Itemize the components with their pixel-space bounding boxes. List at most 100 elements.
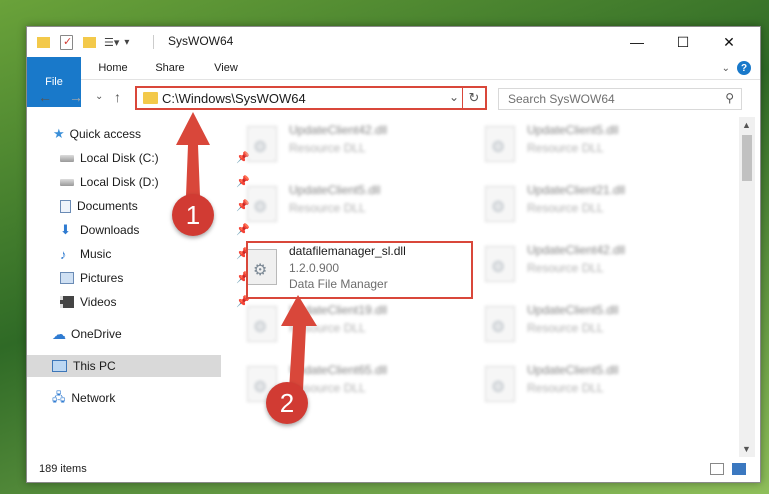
list-item[interactable]: ⚙ UpdateClient5.dll Resource DLL (483, 121, 713, 171)
nav-documents[interactable]: Documents 📌 (27, 195, 254, 217)
file-name: UpdateClient5.dll (527, 123, 619, 137)
list-item[interactable]: ⚙ UpdateClient42.dll Resource DLL (245, 121, 475, 171)
customize-icon[interactable]: ☰▾ (104, 36, 119, 49)
item-count: 189 items (39, 463, 87, 475)
help-icon[interactable]: ? (737, 61, 751, 75)
step-1-badge: 1 (172, 194, 214, 236)
up-button[interactable]: ↑ (114, 89, 121, 105)
tab-view[interactable]: View (203, 57, 249, 79)
dll-file-icon: ⚙ (485, 126, 515, 162)
nav-pictures[interactable]: Pictures 📌 (27, 267, 254, 289)
file-description: Resource DLL (527, 321, 604, 335)
nav-label: Network (71, 391, 116, 405)
nav-local-disk-c[interactable]: Local Disk (C:) 📌 (27, 147, 254, 169)
step-2-badge: 2 (266, 382, 308, 424)
nav-label: Quick access (69, 127, 142, 141)
navigation-bar: ← → ⌄ ↑ C:\Windows\SysWOW64 ⌄ ↻ Search S… (27, 80, 760, 116)
quick-access-toolbar: ✓ ☰▾ ▾ (37, 33, 129, 51)
dll-file-icon: ⚙ (485, 246, 515, 282)
dll-file-icon: ⚙ (247, 126, 277, 162)
scroll-down-icon[interactable]: ▼ (742, 444, 751, 454)
computer-icon (52, 360, 67, 372)
file-highlight-box (246, 241, 473, 299)
list-item[interactable]: ⚙ UpdateClient5.dll Resource DLL (483, 361, 713, 411)
properties-icon[interactable]: ✓ (60, 34, 73, 50)
folder-icon (143, 92, 158, 104)
address-bar[interactable]: C:\Windows\SysWOW64 ⌄ ↻ (135, 86, 487, 110)
nav-downloads[interactable]: ⬇ Downloads 📌 (27, 219, 254, 241)
dll-file-icon: ⚙ (247, 186, 277, 222)
file-name: UpdateClient19.dll (289, 303, 388, 317)
tab-share[interactable]: Share (147, 57, 193, 79)
nav-label: This PC (73, 359, 116, 373)
file-name: UpdateClient65.dll (289, 363, 388, 377)
nav-onedrive[interactable]: ☁ OneDrive (27, 323, 246, 345)
minimize-button[interactable]: — (614, 27, 660, 57)
dropdown-icon[interactable]: ▾ (124, 37, 129, 48)
scrollbar-thumb[interactable] (742, 135, 752, 181)
dll-file-icon: ⚙ (247, 306, 277, 342)
file-description: Resource DLL (289, 141, 366, 155)
file-name: UpdateClient5.dll (527, 303, 619, 317)
file-name: UpdateClient5.dll (527, 363, 619, 377)
address-path[interactable]: C:\Windows\SysWOW64 (162, 91, 306, 106)
nav-music[interactable]: ♪ Music 📌 (27, 243, 254, 265)
new-folder-icon[interactable] (83, 36, 96, 48)
file-name: UpdateClient42.dll (527, 243, 626, 257)
nav-label: Videos (80, 295, 117, 309)
list-item[interactable]: ⚙ UpdateClient5.dll Resource DLL (245, 181, 475, 231)
forward-button[interactable]: → (69, 89, 83, 105)
large-icons-view-icon[interactable] (732, 463, 746, 475)
list-item[interactable]: ⚙ UpdateClient5.dll Resource DLL (483, 301, 713, 351)
list-item[interactable]: ⚙ UpdateClient42.dll Resource DLL (483, 241, 713, 291)
dll-file-icon: ⚙ (485, 186, 515, 222)
dll-file-icon: ⚙ (485, 366, 515, 402)
expand-ribbon-icon[interactable]: ⌄ (722, 63, 730, 74)
star-icon: ★ (53, 126, 65, 141)
nav-videos[interactable]: Videos 📌 (27, 291, 254, 313)
file-description: Resource DLL (289, 321, 366, 335)
maximize-button[interactable]: ☐ (660, 27, 706, 57)
nav-label: Local Disk (D:) (80, 175, 159, 189)
file-description: Resource DLL (527, 381, 604, 395)
nav-local-disk-d[interactable]: Local Disk (D:) 📌 (27, 171, 254, 193)
ribbon: File Home Share View ⌄ ? (27, 57, 760, 107)
dll-file-icon: ⚙ (485, 306, 515, 342)
file-name: UpdateClient21.dll (527, 183, 626, 197)
title-bar: ✓ ☰▾ ▾ SysWOW64 — ☐ ✕ (27, 27, 760, 57)
file-description: Resource DLL (289, 201, 366, 215)
window-title: SysWOW64 (168, 34, 234, 48)
nav-this-pc[interactable]: This PC (27, 355, 221, 377)
drive-icon (60, 178, 74, 186)
file-description: Resource DLL (527, 201, 604, 215)
download-icon: ⬇ (60, 222, 71, 237)
nav-label: Pictures (80, 271, 124, 285)
recent-locations-button[interactable]: ⌄ (95, 91, 103, 102)
file-name: UpdateClient42.dll (289, 123, 388, 137)
nav-label: Local Disk (C:) (80, 151, 159, 165)
list-item[interactable]: ⚙ UpdateClient19.dll Resource DLL (245, 301, 475, 351)
close-button[interactable]: ✕ (706, 27, 752, 57)
network-icon: 🖧 (52, 389, 66, 404)
nav-label: Music (80, 247, 112, 261)
search-input[interactable]: Search SysWOW64 (508, 92, 615, 106)
details-view-icon[interactable] (710, 463, 724, 475)
file-description: Resource DLL (527, 141, 604, 155)
search-box[interactable]: Search SysWOW64 ⚲ (498, 88, 742, 110)
tab-home[interactable]: Home (89, 57, 137, 79)
nav-network[interactable]: 🖧 Network (27, 387, 246, 409)
file-description: Resource DLL (527, 261, 604, 275)
folder-icon[interactable] (37, 36, 50, 48)
refresh-button[interactable]: ↻ (462, 88, 485, 108)
cloud-icon: ☁ (52, 325, 66, 342)
back-button[interactable]: ← (38, 89, 52, 105)
vertical-scrollbar[interactable]: ▲ ▼ (739, 117, 755, 457)
scroll-up-icon[interactable]: ▲ (742, 120, 751, 130)
nav-quick-access[interactable]: ★ Quick access (27, 123, 247, 145)
list-item[interactable]: ⚙ UpdateClient21.dll Resource DLL (483, 181, 713, 231)
drive-icon (60, 154, 74, 162)
address-dropdown-icon[interactable]: ⌄ (449, 90, 459, 104)
search-icon[interactable]: ⚲ (725, 91, 734, 105)
nav-label: Downloads (80, 223, 140, 237)
status-bar: 189 items (27, 457, 760, 482)
